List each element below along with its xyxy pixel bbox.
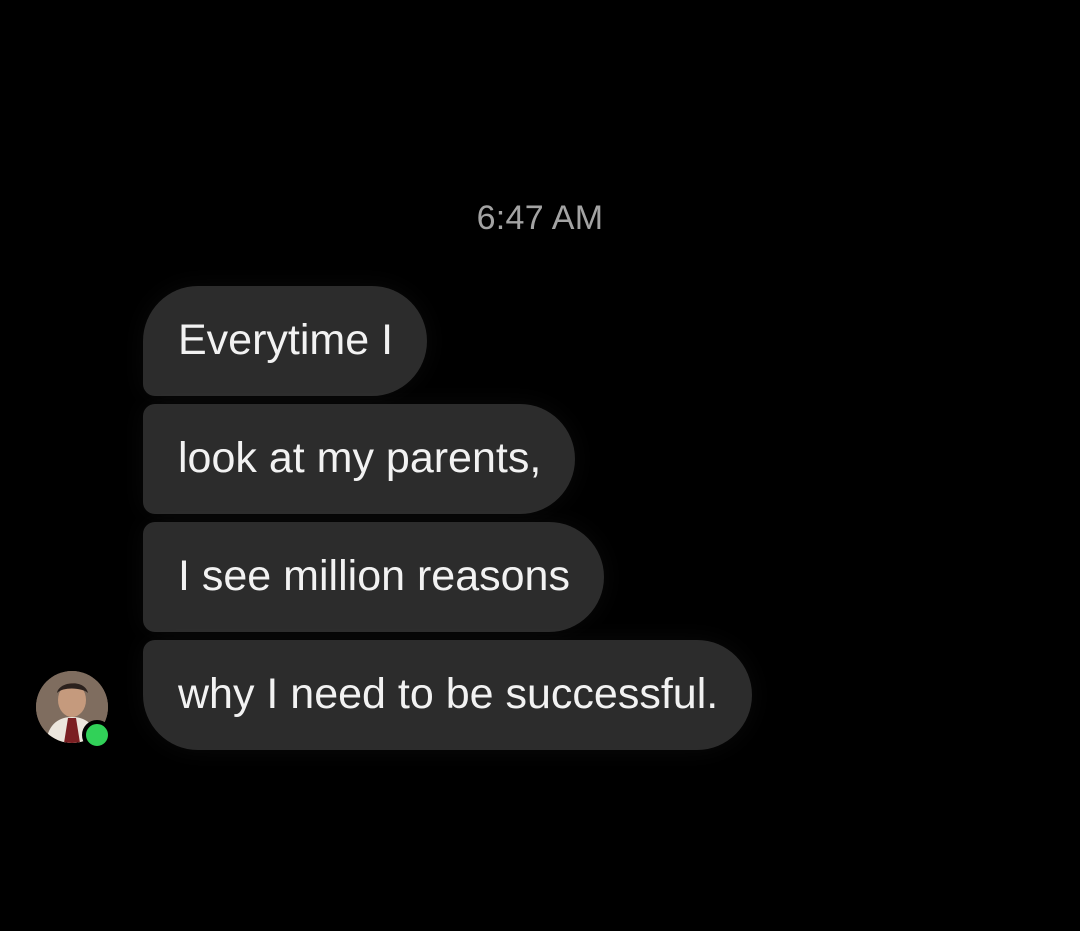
message-bubble[interactable]: why I need to be successful. <box>143 640 753 750</box>
message-bubble[interactable]: I see million reasons <box>143 522 604 632</box>
message-group: Everytime I look at my parents, I see mi… <box>143 286 753 750</box>
online-status-icon <box>82 720 112 750</box>
message-bubble[interactable]: Everytime I <box>143 286 428 396</box>
message-bubble[interactable]: look at my parents, <box>143 404 576 514</box>
message-timestamp: 6:47 AM <box>476 199 604 237</box>
